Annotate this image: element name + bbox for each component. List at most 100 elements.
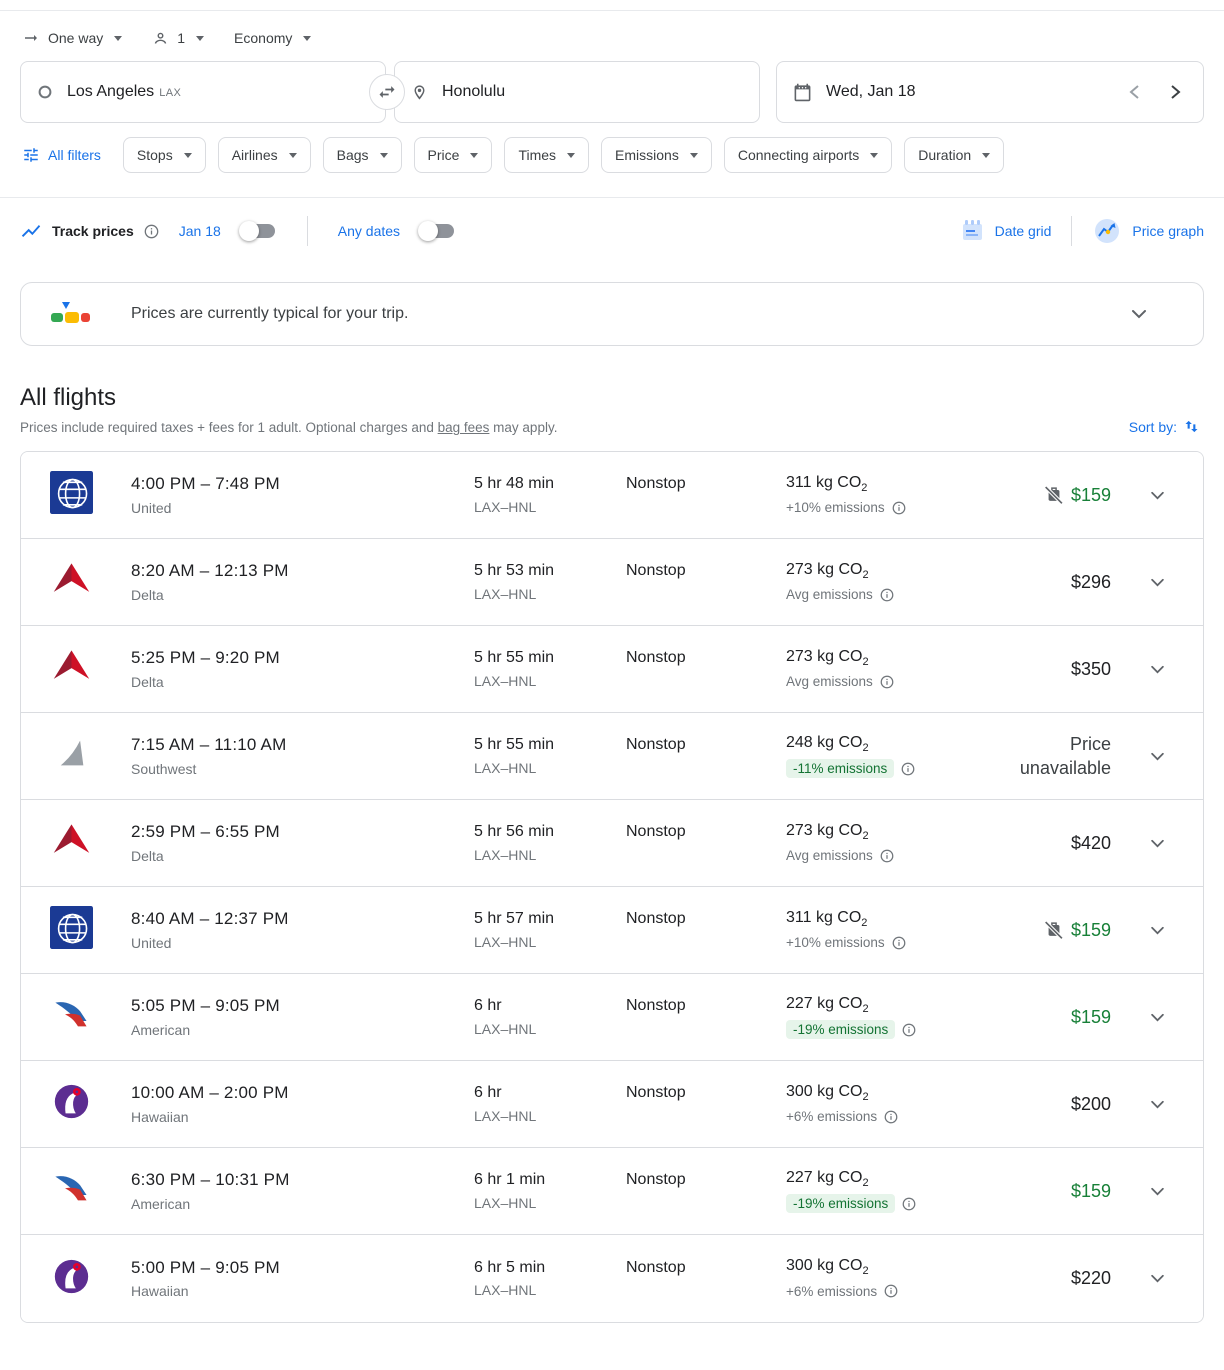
expand-flight-chevron-icon[interactable]	[1150, 1187, 1165, 1196]
departure-date-field[interactable]: Wed, Jan 18	[776, 61, 1204, 123]
origin-circle-icon	[37, 84, 53, 100]
info-icon[interactable]	[892, 936, 906, 950]
bag-fees-link[interactable]: bag fees	[438, 420, 490, 435]
expand-flight-chevron-icon[interactable]	[1150, 1274, 1165, 1283]
emissions-label: -19% emissions	[786, 1020, 895, 1039]
info-icon[interactable]	[901, 762, 915, 776]
filter-chip-label: Duration	[918, 147, 971, 163]
filter-chip-bags[interactable]: Bags	[323, 137, 402, 173]
previous-date-button[interactable]	[1129, 84, 1140, 100]
expand-flight-chevron-icon[interactable]	[1150, 839, 1165, 848]
flight-row[interactable]: 5:00 PM – 9:05 PM Hawaiian 6 hr 5 min LA…	[21, 1235, 1203, 1322]
co2-value: 300 kg CO2	[786, 1083, 991, 1103]
info-icon[interactable]	[144, 224, 159, 239]
info-icon[interactable]	[902, 1197, 916, 1211]
any-dates-option[interactable]: Any dates	[338, 223, 400, 239]
price-graph-icon	[1092, 216, 1122, 246]
info-icon[interactable]	[902, 1023, 916, 1037]
airline-name: Delta	[131, 848, 164, 864]
filter-chip-emissions[interactable]: Emissions	[601, 137, 712, 173]
vertical-divider	[1071, 216, 1072, 246]
expand-flight-chevron-icon[interactable]	[1150, 665, 1165, 674]
flight-row[interactable]: 10:00 AM – 2:00 PM Hawaiian 6 hr LAX–HNL…	[21, 1061, 1203, 1148]
expand-flight-chevron-icon[interactable]	[1150, 1013, 1165, 1022]
trip-type-dropdown[interactable]: One way	[22, 29, 122, 47]
person-icon	[152, 30, 169, 47]
track-prices-row: Track prices Jan 18 Any dates Date grid …	[0, 198, 1224, 246]
filter-chip-label: Connecting airports	[738, 147, 859, 163]
flight-stops: Nonstop	[626, 910, 786, 928]
expand-flight-chevron-icon[interactable]	[1150, 752, 1165, 761]
flight-row[interactable]: 6:30 PM – 10:31 PM American 6 hr 1 min L…	[21, 1148, 1203, 1235]
flight-times: 2:59 PM – 6:55 PM	[131, 822, 474, 842]
price-graph-button[interactable]: Price graph	[1092, 216, 1204, 246]
vertical-divider	[307, 216, 308, 246]
track-prices-label: Track prices	[52, 223, 134, 239]
chevron-down-icon	[690, 153, 698, 158]
filter-chip-stops[interactable]: Stops	[123, 137, 206, 173]
swap-airports-button[interactable]	[369, 74, 405, 110]
chevron-down-icon	[184, 153, 192, 158]
passengers-dropdown[interactable]: 1	[152, 30, 204, 47]
sort-by-button[interactable]: Sort by:	[1129, 418, 1200, 435]
info-icon[interactable]	[884, 1284, 898, 1298]
co2-value: 227 kg CO2	[786, 1169, 991, 1189]
info-icon[interactable]	[884, 1110, 898, 1124]
track-date-option[interactable]: Jan 18	[179, 223, 221, 239]
info-icon[interactable]	[880, 675, 894, 689]
trip-options-toolbar: One way 1 Economy	[0, 11, 1224, 51]
date-grid-button[interactable]: Date grid	[959, 218, 1052, 244]
flight-duration: 6 hr 5 min	[474, 1259, 626, 1277]
expand-flight-chevron-icon[interactable]	[1150, 578, 1165, 587]
destination-input[interactable]: Honolulu	[394, 61, 760, 123]
flight-row[interactable]: 5:25 PM – 9:20 PM Delta 5 hr 55 min LAX–…	[21, 626, 1203, 713]
expand-flight-chevron-icon[interactable]	[1150, 1100, 1165, 1109]
chevron-down-icon	[289, 153, 297, 158]
filter-chip-times[interactable]: Times	[504, 137, 589, 173]
flight-stops: Nonstop	[626, 1171, 786, 1189]
flight-stops: Nonstop	[626, 997, 786, 1015]
flight-row[interactable]: 8:40 AM – 12:37 PM United 5 hr 57 min LA…	[21, 887, 1203, 974]
chevron-down-icon	[303, 36, 311, 41]
location-pin-icon	[411, 84, 428, 101]
co2-value: 248 kg CO2	[786, 734, 991, 754]
info-icon[interactable]	[880, 849, 894, 863]
flight-row[interactable]: 5:05 PM – 9:05 PM American 6 hr LAX–HNL …	[21, 974, 1203, 1061]
filter-chip-airlines[interactable]: Airlines	[218, 137, 311, 173]
flight-row[interactable]: 7:15 AM – 11:10 AM Southwest 5 hr 55 min…	[21, 713, 1203, 800]
origin-input[interactable]: Los AngelesLAX	[20, 61, 386, 123]
flight-stops: Nonstop	[626, 823, 786, 841]
sort-arrows-icon	[1183, 418, 1200, 435]
filter-chip-connecting-airports[interactable]: Connecting airports	[724, 137, 892, 173]
flight-duration: 5 hr 56 min	[474, 823, 626, 841]
price-insight-banner[interactable]: Prices are currently typical for your tr…	[20, 282, 1204, 346]
flight-row[interactable]: 4:00 PM – 7:48 PM United 5 hr 48 min LAX…	[21, 452, 1203, 539]
info-icon[interactable]	[892, 501, 906, 515]
expand-insight-chevron-icon[interactable]	[1131, 309, 1147, 319]
filter-chip-label: Price	[428, 147, 460, 163]
next-date-button[interactable]	[1170, 84, 1181, 100]
flight-duration: 6 hr	[474, 997, 626, 1015]
filter-chip-duration[interactable]: Duration	[904, 137, 1004, 173]
airline-name: Delta	[131, 587, 164, 603]
flight-price: $159	[1071, 485, 1111, 506]
expand-flight-chevron-icon[interactable]	[1150, 491, 1165, 500]
flight-row[interactable]: 8:20 AM – 12:13 PM Delta 5 hr 53 min LAX…	[21, 539, 1203, 626]
delta-airlines-logo	[50, 558, 93, 601]
filter-chip-price[interactable]: Price	[414, 137, 493, 173]
cabin-class-dropdown[interactable]: Economy	[234, 30, 311, 46]
info-icon[interactable]	[880, 588, 894, 602]
hawaiian-airlines-logo	[50, 1255, 93, 1298]
flight-stops: Nonstop	[626, 1084, 786, 1102]
expand-flight-chevron-icon[interactable]	[1150, 926, 1165, 935]
flight-route: LAX–HNL	[474, 1282, 536, 1298]
track-date-toggle[interactable]	[239, 220, 277, 242]
airline-name: United	[131, 935, 171, 951]
sort-by-label: Sort by:	[1129, 419, 1177, 435]
flight-results-list: 4:00 PM – 7:48 PM United 5 hr 48 min LAX…	[20, 451, 1204, 1323]
flight-row[interactable]: 2:59 PM – 6:55 PM Delta 5 hr 56 min LAX–…	[21, 800, 1203, 887]
flight-duration: 6 hr 1 min	[474, 1171, 626, 1189]
emissions-label: +10% emissions	[786, 500, 885, 515]
any-dates-toggle[interactable]	[418, 220, 456, 242]
all-filters-button[interactable]: All filters	[20, 146, 111, 164]
